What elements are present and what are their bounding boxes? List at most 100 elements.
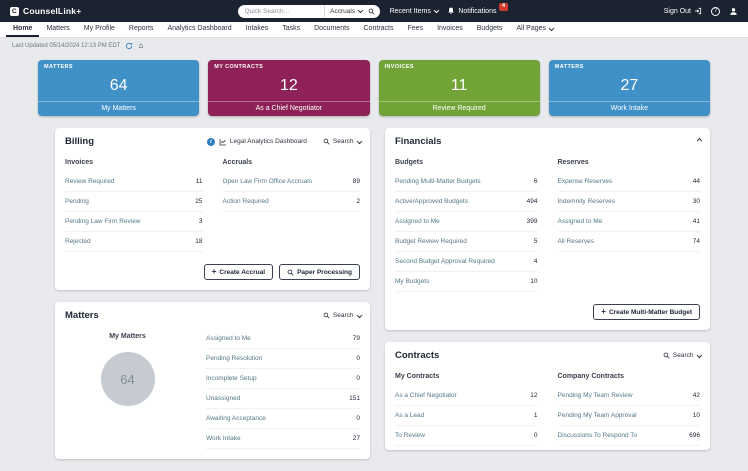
kpi-label: As a Chief Negotiator [208, 101, 369, 116]
nav-item-analytics-dashboard[interactable]: Analytics Dashboard [160, 22, 238, 37]
kpi-card-my-matters[interactable]: MATTERS 64 My Matters [38, 60, 199, 116]
metric-link[interactable]: Open Law Firm Office Accruals [223, 178, 312, 185]
metric-link[interactable]: Budget Review Required [395, 238, 467, 245]
chevron-down-icon [549, 25, 554, 30]
brand-logo-icon: C [10, 7, 19, 16]
nav-item-matters[interactable]: Matters [39, 22, 76, 37]
metric-value: 41 [693, 218, 700, 225]
metric-link[interactable]: Second Budget Approval Required [395, 258, 495, 265]
metric-link[interactable]: All Reserves [558, 238, 594, 245]
metric-value: 494 [527, 198, 538, 205]
metric-link[interactable]: To Review [395, 432, 425, 439]
metric-value: 27 [353, 435, 360, 442]
nav-item-reports[interactable]: Reports [122, 22, 161, 37]
list-item: Second Budget Approval Required 4 [395, 252, 538, 272]
collapse-chevron-up-icon[interactable] [696, 138, 701, 143]
metric-link[interactable]: Action Required [223, 198, 269, 205]
budgets-column: Budgets Pending Multi-Matter Budgets 6 A… [395, 155, 538, 292]
notifications-menu[interactable]: Notifications 4 [447, 7, 507, 16]
nav-item-budgets[interactable]: Budgets [470, 22, 510, 37]
financials-columns: Budgets Pending Multi-Matter Budgets 6 A… [385, 153, 710, 296]
list-item: Rejected 18 [65, 232, 203, 252]
metric-link[interactable]: Pending [65, 198, 89, 205]
nav-item-contracts[interactable]: Contracts [357, 22, 401, 37]
nav-item-fees[interactable]: Fees [401, 22, 431, 37]
panel-title: Billing [65, 136, 94, 147]
metric-link[interactable]: Rejected [65, 238, 91, 245]
metric-value: 151 [349, 395, 360, 402]
metric-link[interactable]: Pending Multi-Matter Budgets [395, 178, 481, 185]
metric-link[interactable]: Pending My Team Approval [558, 412, 637, 419]
kpi-value: 64 [38, 70, 199, 101]
chevron-down-icon [356, 312, 361, 317]
paper-processing-button[interactable]: Paper Processing [279, 264, 360, 280]
panel-search-toggle[interactable]: Search [663, 352, 700, 359]
nav-item-invoices[interactable]: Invoices [430, 22, 470, 37]
quick-search-input[interactable] [238, 8, 325, 15]
metric-link[interactable]: As a Chief Negotiator [395, 392, 457, 399]
nav-item-my-profile[interactable]: My Profile [77, 22, 122, 37]
search-icon [663, 352, 670, 359]
metric-link[interactable]: Pending Resolution [206, 355, 262, 362]
financials-panel: Financials Budgets Pending Multi-Matter … [385, 128, 710, 330]
metric-link[interactable]: Incomplete Setup [206, 375, 257, 382]
nav-item-tasks[interactable]: Tasks [275, 22, 307, 37]
sign-out-button[interactable]: Sign Out [664, 7, 702, 15]
metric-link[interactable]: Active/Approved Budgets [395, 198, 468, 205]
invoices-column: Invoices Review Required 11 Pending 25 P… [65, 155, 203, 252]
kpi-card-review-required[interactable]: INVOICES 11 Review Required [379, 60, 540, 116]
metric-link[interactable]: Assigned to Me [206, 335, 251, 342]
metric-link[interactable]: Unassigned [206, 395, 240, 402]
matters-header: Matters Search [55, 302, 370, 327]
search-button[interactable] [367, 8, 380, 15]
user-profile-button[interactable] [729, 7, 738, 16]
list-item: Pending My Team Review 42 [558, 386, 701, 406]
create-accrual-button[interactable]: + Create Accrual [204, 264, 273, 280]
metric-value: 10 [693, 412, 700, 419]
create-multi-matter-budget-button[interactable]: + Create Multi-Matter Budget [593, 304, 700, 320]
metric-link[interactable]: Work Intake [206, 435, 241, 442]
panel-search-toggle[interactable]: Search [323, 312, 360, 319]
kpi-value: 11 [379, 70, 540, 101]
nav-item-all-pages[interactable]: All Pages [509, 22, 559, 37]
metric-link[interactable]: My Budgets [395, 278, 429, 285]
metric-link[interactable]: Awaiting Acceptance [206, 415, 266, 422]
panel-search-toggle[interactable]: Search [323, 138, 360, 145]
search-scope-dropdown[interactable]: Accruals [324, 5, 366, 18]
home-button[interactable]: ⌂ [138, 42, 143, 50]
bell-icon [447, 7, 455, 15]
brand[interactable]: C CounselLink+ [10, 6, 81, 16]
my-matters-donut[interactable]: 64 [101, 352, 155, 406]
matters-list-column: Assigned to Me 79 Pending Resolution 0 I… [206, 329, 360, 449]
nav-item-home[interactable]: Home [6, 22, 39, 37]
metric-link[interactable]: As a Lead [395, 412, 424, 419]
kpi-row: MATTERS 64 My Matters MY CONTRACTS 12 As… [38, 60, 710, 116]
nav-item-intakes[interactable]: Intakes [239, 22, 276, 37]
metric-link[interactable]: Review Required [65, 178, 115, 185]
main-nav: Home Matters My Profile Reports Analytic… [0, 22, 748, 38]
metric-link[interactable]: Indemnity Reserves [558, 198, 615, 205]
donut-label: My Matters [65, 333, 190, 340]
metric-link[interactable]: Pending My Team Review [558, 392, 633, 399]
list-item: Assigned to Me 79 [206, 329, 360, 349]
refresh-button[interactable] [125, 42, 133, 50]
metric-value: 0 [356, 355, 360, 362]
help-button[interactable]: ? [711, 7, 720, 16]
kpi-card-chief-negotiator[interactable]: MY CONTRACTS 12 As a Chief Negotiator [208, 60, 369, 116]
list-item: Review Required 11 [65, 172, 203, 192]
list-item: Assigned to Me 399 [395, 212, 538, 232]
search-label: Search [333, 138, 354, 145]
metric-link[interactable]: Pending Law Firm Review [65, 218, 141, 225]
metric-value: 1 [534, 412, 538, 419]
kpi-card-work-intake[interactable]: MATTERS 27 Work Intake [549, 60, 710, 116]
analytics-link-label: Legal Analytics Dashboard [230, 138, 307, 145]
recent-items-menu[interactable]: Recent Items [390, 8, 438, 15]
metric-link[interactable]: Expense Reserves [558, 178, 613, 185]
analytics-dashboard-link[interactable]: Legal Analytics Dashboard [219, 138, 307, 146]
info-icon[interactable]: i [207, 138, 215, 146]
metric-link[interactable]: Assigned to Me [558, 218, 603, 225]
matters-body: My Matters 64 Assigned to Me 79 Pending … [55, 327, 370, 459]
nav-item-documents[interactable]: Documents [307, 22, 356, 37]
metric-link[interactable]: Discussions To Respond To [558, 432, 638, 439]
metric-link[interactable]: Assigned to Me [395, 218, 440, 225]
